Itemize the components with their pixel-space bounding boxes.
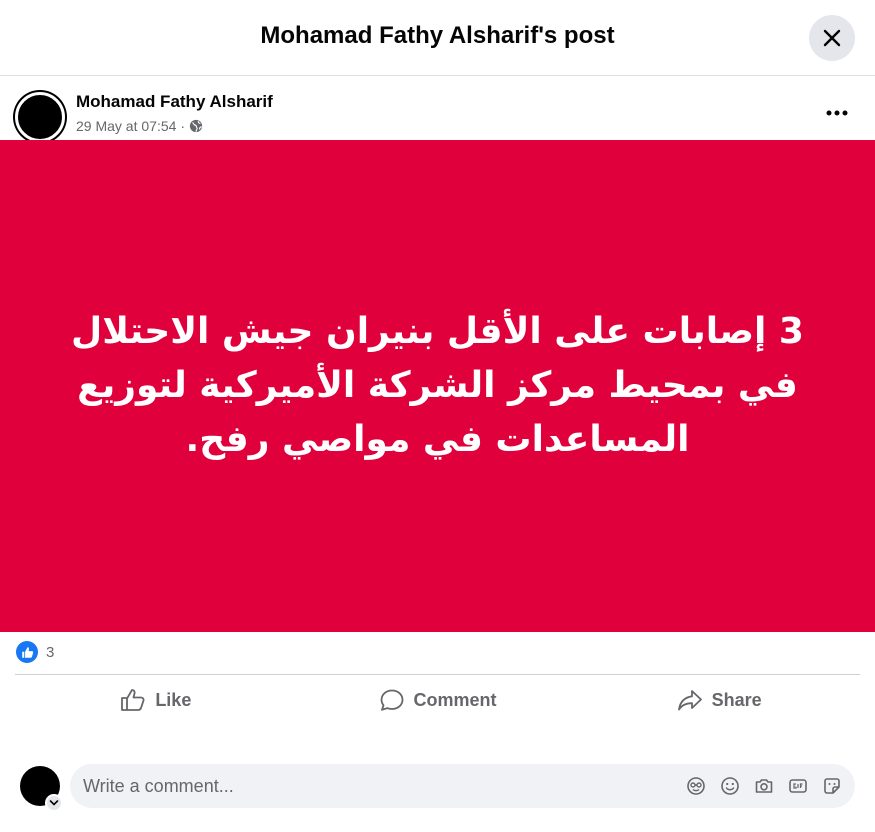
more-icon <box>826 110 848 116</box>
post-header: Mohamad Fathy Alsharif 29 May at 07:54 · <box>0 76 875 142</box>
meta-separator: · <box>180 118 186 134</box>
post-timestamp[interactable]: 29 May at 07:54 <box>76 118 176 134</box>
avatar-sticker-icon[interactable] <box>685 775 707 797</box>
close-icon <box>823 29 841 47</box>
reaction-summary[interactable]: 3 <box>16 640 54 664</box>
share-label: Share <box>711 689 762 710</box>
close-button[interactable] <box>809 15 855 61</box>
gif-icon[interactable] <box>787 775 809 797</box>
comment-placeholder: Write a comment... <box>83 776 234 796</box>
dialog-title: Mohamad Fathy Alsharif's post <box>260 22 615 49</box>
comment-icon <box>380 689 403 711</box>
author-avatar[interactable] <box>15 92 65 142</box>
comment-composer: Write a comment... <box>0 760 875 820</box>
post-actions: Like Comment Share <box>15 680 860 720</box>
camera-icon[interactable] <box>753 775 775 797</box>
like-button[interactable]: Like <box>15 680 297 720</box>
actions-divider <box>15 674 860 675</box>
sticker-icon[interactable] <box>821 775 843 797</box>
post-image-text: 3 إصابات على الأقل بنيران جيش الاحتلال ف… <box>71 311 804 460</box>
profile-switch-button[interactable] <box>45 794 63 812</box>
share-button[interactable]: Share <box>578 680 860 720</box>
author-name[interactable]: Mohamad Fathy Alsharif <box>76 92 273 112</box>
emoji-icon[interactable] <box>719 775 741 797</box>
reaction-count: 3 <box>46 643 55 661</box>
share-icon <box>677 690 702 711</box>
chevron-down-icon <box>49 800 59 806</box>
like-icon <box>121 689 145 711</box>
comment-tools <box>685 775 843 797</box>
post-meta: 29 May at 07:54 · <box>76 118 203 134</box>
globe-icon <box>189 119 203 133</box>
like-label: Like <box>155 689 192 710</box>
comment-label: Comment <box>413 689 497 710</box>
comment-button[interactable]: Comment <box>297 680 579 720</box>
dialog-header: Mohamad Fathy Alsharif's post <box>0 0 875 76</box>
more-options-button[interactable] <box>822 98 852 128</box>
like-reaction-icon <box>16 641 38 663</box>
comment-input[interactable]: Write a comment... <box>70 764 855 808</box>
post-image[interactable]: 3 إصابات على الأقل بنيران جيش الاحتلال ف… <box>0 140 875 632</box>
